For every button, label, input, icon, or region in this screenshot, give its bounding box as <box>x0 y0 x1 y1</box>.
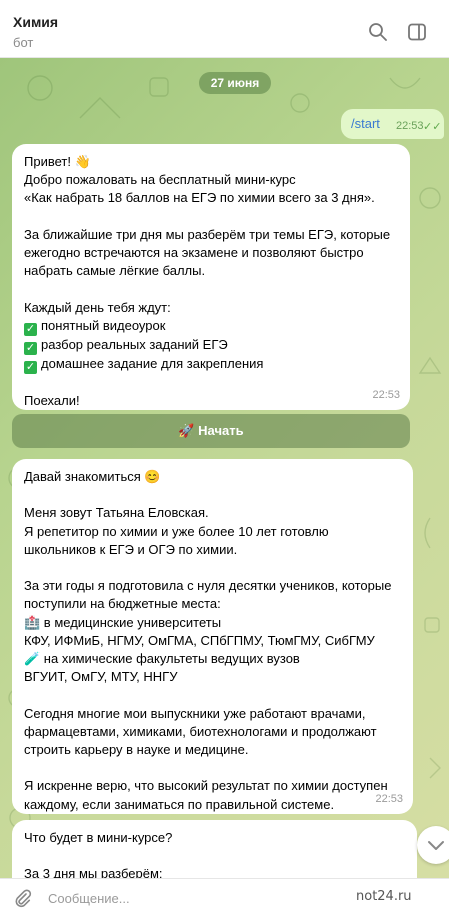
message-line: «Как набрать 18 баллов на ЕГЭ по химии в… <box>24 190 375 206</box>
chat-title[interactable]: Химия <box>13 14 58 30</box>
message-line: За 3 дня мы разберём: <box>24 866 163 878</box>
message-line: Каждый день тебя ждут: <box>24 299 171 315</box>
message-line: Добро пожаловать на бесплатный мини-курс <box>24 172 296 188</box>
message-line <box>24 374 398 392</box>
message-line: Давай знакомиться 😊 <box>24 469 161 484</box>
message-line: 🏥 в медицинские университеты <box>24 614 222 630</box>
checklist-item: ✓ разбор реальных заданий ЕГЭ <box>24 336 228 355</box>
watermark-text: not24.ru <box>356 889 412 904</box>
checklist-item: ✓ понятный видеоурок <box>24 317 166 336</box>
message-line: поступили на бюджетные места: <box>24 596 221 612</box>
message-time: 22:53 <box>396 120 424 132</box>
check-mark-icon: ✓ <box>24 341 37 355</box>
message-line: 🧪 на химические факультеты ведущих вузов <box>24 651 300 666</box>
message-line <box>24 559 401 577</box>
message-line: строить карьеру в науке и медицине. <box>24 742 249 757</box>
sidebar-toggle-icon[interactable] <box>407 22 427 42</box>
outgoing-message[interactable]: /start 22:53 ✓✓ <box>341 109 444 139</box>
incoming-message[interactable]: Привет! 👋 Добро пожаловать на бесплатный… <box>12 144 410 410</box>
command-link[interactable]: /start <box>351 116 380 131</box>
checklist-item: ✓ домашнее задание для закрепления <box>24 355 264 374</box>
message-input[interactable]: Сообщение... <box>48 891 130 906</box>
message-line: Меня зовут Татьяна Еловская. <box>24 505 209 521</box>
message-line: набрать самые лёгкие баллы. <box>24 263 206 279</box>
message-line: Сегодня многие мои выпускники уже работа… <box>24 705 366 721</box>
message-line <box>24 686 401 704</box>
message-composer: Сообщение... not24.ru <box>0 878 449 916</box>
check-mark-icon: ✓ <box>24 360 37 374</box>
attach-icon[interactable] <box>12 888 32 908</box>
search-icon[interactable] <box>368 22 388 42</box>
start-inline-button[interactable]: 🚀 Начать <box>12 414 410 448</box>
incoming-message[interactable]: Давай знакомиться 😊 Меня зовут Татьяна Е… <box>12 459 413 814</box>
chevron-down-icon <box>428 841 444 850</box>
message-line: Я репетитор по химии и уже более 10 лет … <box>24 523 329 539</box>
chat-header: Химия бот <box>0 0 449 58</box>
message-line: ВГУИТ, ОмГУ, МТУ, ННГУ <box>24 669 178 685</box>
message-line: школьников к ЕГЭ и ОГЭ по химии. <box>24 541 238 557</box>
read-checkmarks-icon: ✓✓ <box>423 121 442 133</box>
message-line: Что будет в мини-курсе? <box>24 830 173 845</box>
message-line: Поехали! <box>24 392 80 408</box>
message-time: 22:53 <box>372 388 400 401</box>
message-line: За ближайшие три дня мы разберём три тем… <box>24 226 391 242</box>
message-line <box>24 208 398 226</box>
scroll-down-button[interactable] <box>417 826 449 864</box>
message-line: КФУ, ИФМиБ, НГМУ, ОмГМА, СПбГПМУ, ТюмГМУ… <box>24 632 375 648</box>
message-line: каждому, если заниматься по правильной с… <box>24 796 335 812</box>
message-line: фармацевтами, химиками, биотехнологами и… <box>24 723 377 739</box>
message-line <box>24 759 401 777</box>
chat-area[interactable]: 27 июня /start 22:53 ✓✓ Привет! 👋 Добро … <box>0 58 449 878</box>
message-line <box>24 486 401 504</box>
message-line: Привет! 👋 <box>24 154 91 169</box>
message-line: ежегодно встречаются на экзамене и позво… <box>24 245 364 260</box>
chat-subtitle: бот <box>13 35 34 50</box>
date-separator: 27 июня <box>199 72 271 94</box>
message-line <box>24 847 405 865</box>
message-line: За эти годы я подготовила с нуля десятки… <box>24 578 392 594</box>
message-line: Я искренне верю, что высокий результат п… <box>24 778 388 794</box>
check-mark-icon: ✓ <box>24 322 37 336</box>
incoming-message[interactable]: Что будет в мини-курсе? За 3 дня мы разб… <box>12 820 417 878</box>
message-line <box>24 280 398 298</box>
message-time: 22:53 <box>375 792 403 805</box>
